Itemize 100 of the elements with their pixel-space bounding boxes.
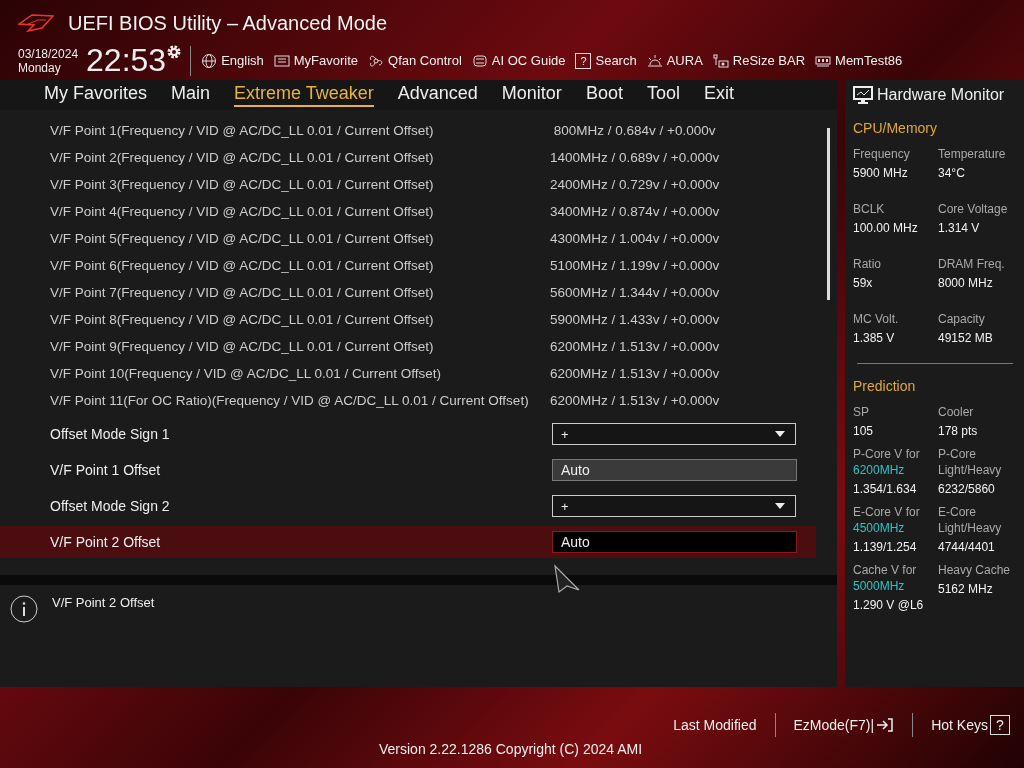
- version-text: Version 2.22.1286 Copyright (C) 2024 AMI: [379, 741, 643, 757]
- setting-value: 6200MHz / 1.513v / +0.000v: [550, 339, 720, 354]
- setting-value: 5100MHz / 1.199v / +0.000v: [550, 258, 720, 273]
- monitor-label: Temperature: [938, 146, 1007, 162]
- setting-value: 5900MHz / 1.433v / +0.000v: [550, 312, 720, 327]
- list-icon: [273, 52, 290, 69]
- window-title: UEFI BIOS Utility – Advanced Mode: [68, 11, 388, 35]
- caret-icon: [775, 431, 785, 437]
- exit-arrow-icon: [876, 717, 895, 733]
- monitor-label: E-Core Light/Heavy: [938, 504, 1003, 536]
- setting-row[interactable]: V/F Point 1 Offset Auto: [0, 454, 816, 486]
- input-field[interactable]: Auto: [552, 459, 797, 481]
- toolbar-button[interactable]: MyFavorite: [273, 52, 359, 69]
- help-text: V/F Point 2 Offset: [52, 595, 155, 612]
- setting-value: 3400MHz / 0.874v / +0.000v: [550, 204, 720, 219]
- monitor-label: Cache V for 5000MHz: [853, 562, 918, 594]
- monitor-icon: [853, 86, 873, 104]
- monitor-value: 1.290 V @L6: [853, 597, 925, 614]
- day-text: Monday: [18, 60, 62, 75]
- monitor-value: 59x: [853, 275, 874, 292]
- monitor-label: Frequency: [853, 146, 911, 162]
- setting-label: V/F Point 3(Frequency / VID @ AC/DC_LL 0.01 / Current Offset): [49, 177, 435, 192]
- toolbar-button[interactable]: AURA: [646, 52, 703, 69]
- monitor-label: MC Volt.: [853, 311, 900, 327]
- setting-value: 6200MHz / 1.513v / +0.000v: [550, 366, 720, 381]
- setting-value: 2400MHz / 0.729v / +0.000v: [550, 177, 720, 192]
- monitor-label: E-Core V for 4500MHz: [853, 504, 921, 536]
- settings-icon[interactable]: [166, 44, 183, 60]
- setting-label: V/F Point 5(Frequency / VID @ AC/DC_LL 0.01 / Current Offset): [49, 231, 435, 246]
- monitor-value: 1.139/1.254: [853, 539, 918, 556]
- setting-label: V/F Point 2 Offset: [49, 534, 162, 550]
- dropdown[interactable]: +: [552, 495, 796, 517]
- setting-label: V/F Point 9(Frequency / VID @ AC/DC_LL 0.01 / Current Offset): [49, 339, 435, 354]
- section-title: CPU/Memory: [853, 120, 938, 136]
- setting-label: V/F Point 10(Frequency / VID @ AC/DC_LL 0.01 / Current Offset): [49, 366, 443, 381]
- menu-tab[interactable]: My Favorites: [44, 83, 148, 107]
- setting-label: V/F Point 8(Frequency / VID @ AC/DC_LL 0.01 / Current Offset): [49, 312, 435, 327]
- setting-label: V/F Point 4(Frequency / VID @ AC/DC_LL 0.01 / Current Offset): [49, 204, 435, 219]
- setting-row[interactable]: Offset Mode Sign 1 +: [0, 418, 816, 450]
- date-text: 03/18/2024: [18, 46, 79, 61]
- menu-tab[interactable]: Monitor: [501, 83, 562, 107]
- monitor-value: 1.354/1.634: [853, 481, 918, 498]
- menu-tab[interactable]: Extreme Tweaker: [234, 83, 374, 107]
- monitor-value: 1.385 V: [853, 330, 896, 347]
- scrollbar-thumb[interactable]: [827, 128, 830, 300]
- eye-logo-icon: [18, 14, 54, 32]
- toolbar-button[interactable]: ? Search: [575, 52, 637, 69]
- monitor-label: Core Voltage: [938, 201, 1009, 217]
- setting-label: V/F Point 1 Offset: [49, 462, 162, 478]
- monitor-value: 6232/5860: [938, 481, 996, 498]
- toolbar-button[interactable]: English: [201, 52, 264, 69]
- monitor-label: SP: [853, 404, 870, 420]
- info-icon: [10, 595, 38, 623]
- menu-tab[interactable]: Main: [171, 83, 211, 107]
- clock-time: 22:53: [86, 42, 167, 79]
- ezmode-button[interactable]: EzMode(F7)|: [793, 717, 895, 733]
- toolbar-button[interactable]: MemTest86: [815, 52, 903, 69]
- monitor-value: 8000 MHz: [938, 275, 994, 292]
- monitor-value: 5162 MHz: [938, 581, 994, 598]
- monitor-value: 4744/4401: [938, 539, 996, 556]
- monitor-value: 5900 MHz: [853, 165, 909, 182]
- monitor-label: DRAM Freq.: [938, 256, 1006, 272]
- setting-label: Offset Mode Sign 2: [49, 498, 171, 514]
- menu-tab[interactable]: Advanced: [397, 83, 478, 107]
- toolbar-button[interactable]: ReSize BAR: [712, 52, 806, 69]
- setting-value: 6200MHz / 1.513v / +0.000v: [550, 393, 720, 408]
- panel-title: Hardware Monitor: [877, 86, 1005, 104]
- input-field[interactable]: Auto: [552, 531, 797, 553]
- menu-tab[interactable]: Tool: [646, 83, 680, 107]
- setting-label: V/F Point 6(Frequency / VID @ AC/DC_LL 0.01 / Current Offset): [49, 258, 435, 273]
- monitor-label: P-Core V for 6200MHz: [853, 446, 921, 478]
- menu-tab[interactable]: Boot: [585, 83, 623, 107]
- toolbar-button[interactable]: Qfan Control: [368, 52, 462, 69]
- menu-tab[interactable]: Exit: [703, 83, 734, 107]
- setting-value: 4300MHz / 1.004v / +0.000v: [550, 231, 720, 246]
- monitor-label: Ratio: [853, 256, 882, 272]
- monitor-label: Capacity: [938, 311, 986, 327]
- setting-label: V/F Point 7(Frequency / VID @ AC/DC_LL 0.01 / Current Offset): [49, 285, 435, 300]
- setting-row[interactable]: Offset Mode Sign 2 +: [0, 490, 816, 522]
- setting-value: 800MHz / 0.684v / +0.000v: [552, 123, 716, 138]
- setting-value: 5600MHz / 1.344v / +0.000v: [550, 285, 720, 300]
- setting-label: V/F Point 11(For OC Ratio)(Frequency / VID @ AC/DC_LL 0.01 / Current Offset): [49, 393, 530, 408]
- light-icon: [646, 52, 663, 69]
- last-modified-button[interactable]: Last Modified: [673, 717, 757, 733]
- setting-row[interactable]: V/F Point 2 Offset Auto: [0, 526, 816, 558]
- globe-icon: [201, 52, 218, 69]
- monitor-label: Cooler: [938, 404, 975, 420]
- toolbar-button[interactable]: AI OC Guide: [471, 52, 566, 69]
- monitor-value: 34°C: [938, 165, 966, 182]
- setting-label: Offset Mode Sign 1: [49, 426, 171, 442]
- setting-label: V/F Point 1(Frequency / VID @ AC/DC_LL 0.01 / Current Offset): [49, 123, 435, 138]
- monitor-value: 49152 MB: [938, 330, 994, 347]
- hot-keys-button[interactable]: Hot Keys ?: [931, 715, 1010, 735]
- monitor-label: P-Core Light/Heavy: [938, 446, 1003, 478]
- chip-icon: [471, 52, 488, 69]
- dropdown[interactable]: +: [552, 423, 796, 445]
- setting-value: 1400MHz / 0.689v / +0.000v: [550, 150, 720, 165]
- card-icon: [712, 52, 729, 69]
- monitor-value: 105: [853, 423, 875, 440]
- section-title: Prediction: [853, 378, 917, 394]
